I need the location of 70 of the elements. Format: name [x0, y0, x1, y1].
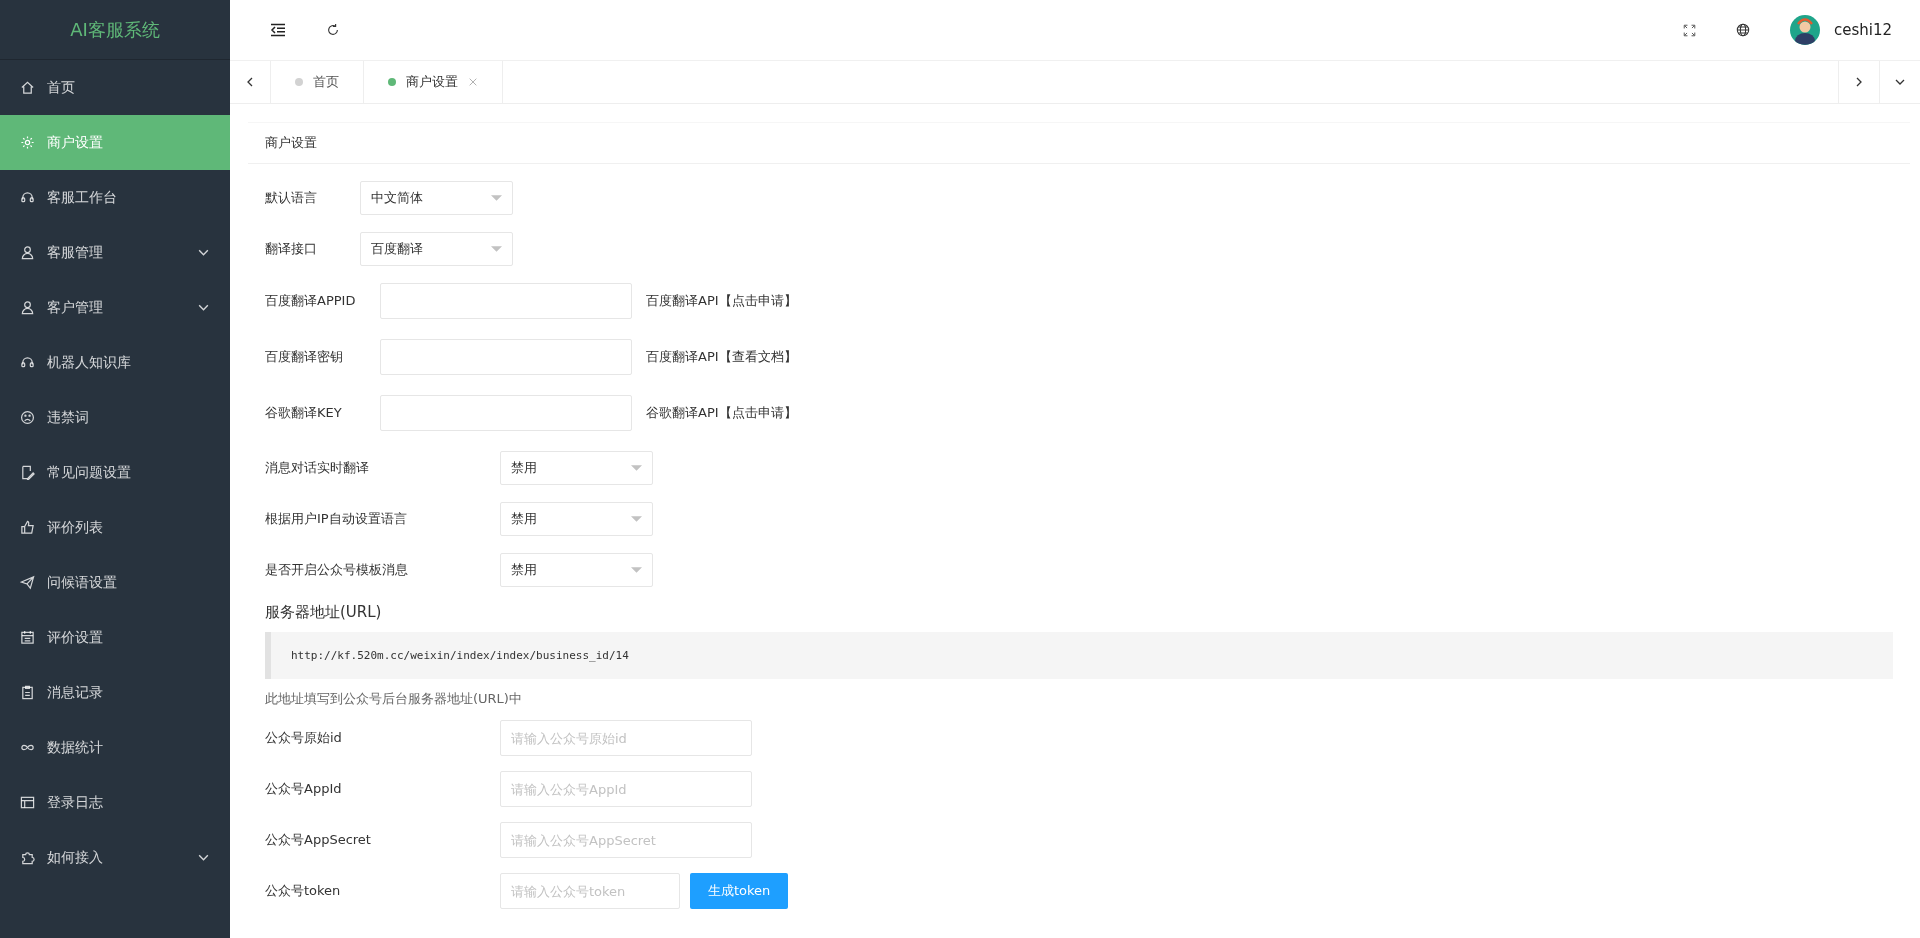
home-icon	[20, 80, 35, 95]
api-link[interactable]: 谷歌翻译API【点击申请】	[646, 404, 797, 422]
window-icon	[20, 795, 35, 810]
paper-plane-icon	[20, 575, 35, 590]
select-field[interactable]: 禁用	[500, 502, 653, 536]
sidebar-item[interactable]: 客服管理	[0, 225, 230, 280]
sidebar-item[interactable]: 问候语设置	[0, 555, 230, 610]
sidebar-item[interactable]: 违禁词	[0, 390, 230, 445]
headset-icon	[20, 355, 35, 370]
section-heading: 服务器地址(URL)	[265, 603, 383, 622]
puzzle-icon	[20, 850, 35, 865]
document-icon	[20, 465, 35, 480]
input-field[interactable]	[380, 395, 632, 431]
field-label: 百度翻译密钥	[265, 348, 344, 366]
person-icon	[20, 245, 35, 260]
menu-fold-icon[interactable]	[270, 22, 286, 38]
sidebar-item[interactable]: 常见问题设置	[0, 445, 230, 500]
field-label: 百度翻译APPID	[265, 292, 357, 310]
input-field[interactable]	[380, 339, 632, 375]
field-label: 翻译接口	[265, 240, 318, 258]
field-label: 公众号AppSecret	[265, 831, 372, 849]
field-label: 消息对话实时翻译	[265, 459, 370, 477]
field-label: 是否开启公众号模板消息	[265, 561, 409, 579]
select-field[interactable]: 禁用	[500, 451, 653, 485]
sidebar-item[interactable]: 评价列表	[0, 500, 230, 555]
field-label: 根据用户IP自动设置语言	[265, 510, 408, 528]
dropdown-arrow-icon	[631, 566, 642, 574]
close-icon[interactable]	[468, 77, 478, 87]
api-link[interactable]: 百度翻译API【查看文档】	[646, 348, 797, 366]
logo-text: AI客服系统	[70, 17, 160, 42]
sidebar-item[interactable]: 如何接入	[0, 830, 230, 885]
headset-icon	[20, 190, 35, 205]
card-title: 商户设置	[265, 134, 317, 152]
page-tab[interactable]: 商户设置	[364, 61, 503, 103]
sidebar-item[interactable]: 消息记录	[0, 665, 230, 720]
gear-icon	[20, 135, 35, 150]
url-code-block: http://kf.520m.cc/weixin/index/index/business_id/14	[265, 632, 1893, 679]
select-field[interactable]: 百度翻译	[360, 232, 513, 266]
dropdown-arrow-icon	[491, 194, 502, 202]
sad-face-icon	[20, 410, 35, 425]
api-link[interactable]: 百度翻译API【点击申请】	[646, 292, 797, 310]
field-label: 公众号原始id	[265, 729, 343, 747]
globe-icon[interactable]	[1735, 23, 1750, 37]
page-tab[interactable]: 首页	[271, 61, 364, 103]
sidebar-item[interactable]: 客户管理	[0, 280, 230, 335]
clipboard-icon	[20, 685, 35, 700]
sidebar-item[interactable]: 评价设置	[0, 610, 230, 665]
fullscreen-icon[interactable]	[1682, 23, 1696, 37]
sidebar-item[interactable]: 客服工作台	[0, 170, 230, 225]
input-field[interactable]	[380, 283, 632, 319]
hint-text: 此地址填写到公众号后台服务器地址(URL)中	[265, 690, 523, 708]
field-label: 谷歌翻译KEY	[265, 404, 343, 422]
field-label: 默认语言	[265, 189, 318, 207]
sidebar-item[interactable]: 登录日志	[0, 775, 230, 830]
sidebar-item[interactable]: 数据统计	[0, 720, 230, 775]
select-field[interactable]: 中文简体	[360, 181, 513, 215]
dropdown-arrow-icon	[631, 464, 642, 472]
refresh-icon[interactable]	[326, 23, 340, 37]
field-label: 公众号AppId	[265, 780, 343, 798]
dropdown-arrow-icon	[491, 245, 502, 253]
avatar[interactable]	[1789, 15, 1820, 45]
dropdown-arrow-icon	[631, 515, 642, 523]
sidebar-item[interactable]: 机器人知识库	[0, 335, 230, 390]
sidebar-item[interactable]: 首页	[0, 60, 230, 115]
field-label: 公众号token	[265, 882, 342, 900]
select-field[interactable]: 禁用	[500, 553, 653, 587]
calendar-icon	[20, 630, 35, 645]
person-icon	[20, 300, 35, 315]
username[interactable]: ceshi12	[1833, 21, 1892, 39]
thumbs-up-icon	[20, 520, 35, 535]
